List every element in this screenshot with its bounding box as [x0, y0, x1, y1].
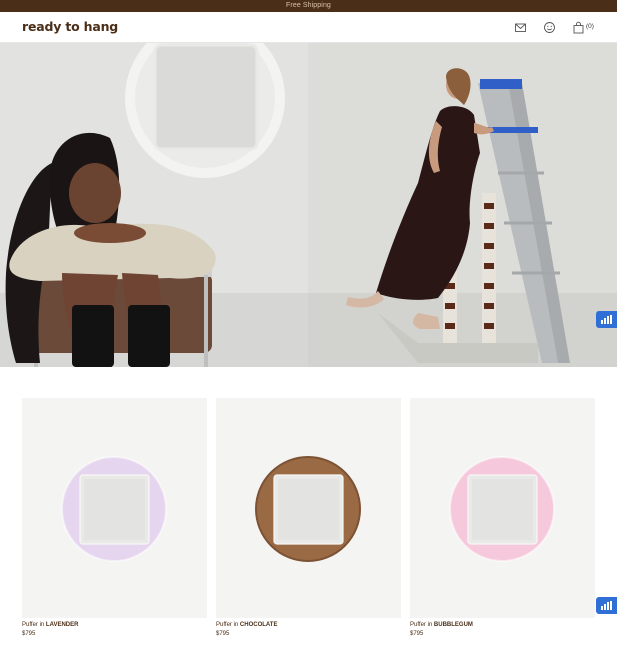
- product-color: CHOCOLATE: [239, 622, 278, 628]
- bag-icon[interactable]: [572, 21, 585, 34]
- hero-banner: [0, 43, 617, 367]
- chat-widget-button[interactable]: [596, 311, 617, 328]
- product-price: $795: [216, 631, 230, 637]
- logo[interactable]: ready to hang: [22, 19, 118, 34]
- page: Free Shipping ready to hang (0) Puffer i…: [0, 0, 617, 648]
- product-price: $795: [410, 631, 424, 637]
- product-name[interactable]: Puffer in CHOCOLATE: [216, 622, 277, 628]
- hero-image-left[interactable]: [0, 43, 308, 367]
- face-icon[interactable]: [543, 21, 556, 34]
- product-color: BUBBLEGUM: [433, 622, 473, 628]
- product-image[interactable]: [216, 398, 401, 618]
- cart-count[interactable]: (0): [586, 23, 594, 30]
- product-name[interactable]: Puffer in LAVENDER: [22, 622, 78, 628]
- product-grid: Puffer in LAVENDER $795 Puffer in CHOCOL…: [22, 398, 595, 648]
- product-price: $795: [22, 631, 36, 637]
- product-card[interactable]: Puffer in BUBBLEGUM $795: [410, 398, 595, 648]
- chat-widget-button[interactable]: [596, 597, 617, 614]
- chat-icon: [601, 601, 612, 610]
- product-image[interactable]: [22, 398, 207, 618]
- site-header: ready to hang (0): [0, 12, 617, 43]
- product-image[interactable]: [410, 398, 595, 618]
- hero-image-right[interactable]: [308, 43, 617, 367]
- product-color: LAVENDER: [45, 622, 79, 628]
- chat-icon: [601, 315, 612, 324]
- product-card[interactable]: Puffer in CHOCOLATE $795: [216, 398, 401, 648]
- promo-bar: Free Shipping: [0, 0, 617, 12]
- product-card[interactable]: Puffer in LAVENDER $795: [22, 398, 207, 648]
- product-name[interactable]: Puffer in BUBBLEGUM: [410, 622, 473, 628]
- promo-text: Free Shipping: [286, 2, 331, 9]
- mail-icon[interactable]: [514, 21, 527, 34]
